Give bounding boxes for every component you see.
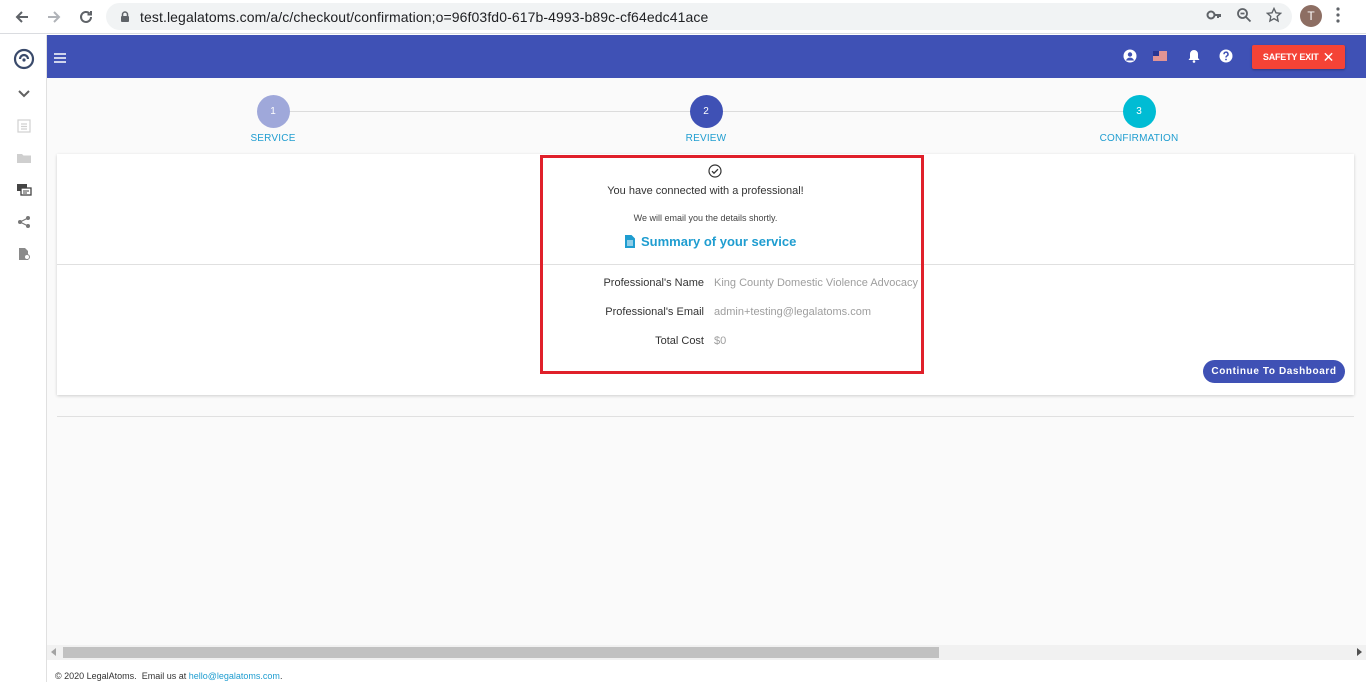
chat-icon[interactable]: [14, 180, 34, 200]
step-label: SERVICE: [250, 133, 296, 144]
folder-icon[interactable]: [14, 148, 34, 168]
browser-menu-icon[interactable]: [1336, 7, 1340, 28]
reload-button[interactable]: [70, 1, 102, 33]
bookmark-star-icon[interactable]: [1266, 7, 1282, 23]
step-review: 2 REVIEW: [646, 95, 766, 144]
divider: [57, 416, 1354, 417]
highlight-annotation: [540, 155, 924, 374]
footer-email-suffix: .: [279, 671, 283, 681]
step-confirmation: 3 CONFIRMATION: [1079, 95, 1199, 144]
left-sidebar: [0, 35, 47, 682]
forward-button[interactable]: [38, 1, 70, 33]
legalatoms-logo-icon[interactable]: [13, 48, 35, 70]
scroll-left-icon[interactable]: [51, 648, 56, 656]
list-icon[interactable]: [14, 116, 34, 136]
reload-icon: [80, 10, 92, 23]
back-button[interactable]: [6, 1, 38, 33]
share-icon[interactable]: [14, 212, 34, 232]
footer-email-link[interactable]: hello@legalatoms.com: [189, 671, 280, 681]
safety-exit-button[interactable]: SAFETY EXIT ✕: [1252, 45, 1345, 69]
step-label: CONFIRMATION: [1099, 133, 1179, 144]
document-person-icon[interactable]: [14, 244, 34, 264]
scrollbar-thumb[interactable]: [63, 647, 939, 658]
us-flag-icon[interactable]: [1152, 48, 1168, 64]
app-header: SAFETY EXIT ✕: [47, 35, 1366, 78]
step-label: REVIEW: [685, 133, 727, 144]
browser-toolbar: test.legalatoms.com/a/c/checkout/confirm…: [0, 0, 1366, 34]
close-icon: ✕: [1322, 49, 1335, 65]
main-content: 1 SERVICE 2 REVIEW 3 CONFIRMATION You ha…: [47, 78, 1366, 646]
continue-to-dashboard-button[interactable]: Continue To Dashboard: [1203, 360, 1345, 383]
step-number: 3: [1122, 95, 1156, 128]
profile-avatar[interactable]: T: [1300, 5, 1322, 27]
step-number: 1: [256, 95, 290, 128]
step-number: 2: [689, 95, 723, 128]
url-text[interactable]: test.legalatoms.com/a/c/checkout/confirm…: [140, 9, 708, 25]
hamburger-menu-icon[interactable]: [54, 50, 66, 63]
chevron-down-icon[interactable]: [14, 84, 34, 104]
horizontal-scrollbar[interactable]: [47, 645, 1366, 660]
zoom-icon[interactable]: [1236, 7, 1252, 23]
footer-copyright: © 2020 LegalAtoms.: [55, 671, 137, 681]
notifications-bell-icon[interactable]: [1186, 48, 1202, 64]
scroll-right-icon[interactable]: [1357, 648, 1362, 656]
footer-email-prefix: Email us at: [141, 671, 187, 681]
forward-arrow-icon: [48, 11, 61, 23]
address-bar[interactable]: test.legalatoms.com/a/c/checkout/confirm…: [106, 3, 1292, 30]
safety-exit-label: SAFETY EXIT: [1262, 52, 1319, 62]
help-icon[interactable]: [1218, 48, 1234, 64]
footer: © 2020 LegalAtoms. Email us at hello@leg…: [47, 660, 1366, 682]
account-icon[interactable]: [1122, 48, 1138, 64]
back-arrow-icon: [15, 11, 28, 23]
key-icon[interactable]: [1206, 7, 1222, 23]
step-service: 1 SERVICE: [213, 95, 333, 144]
lock-icon: [121, 10, 129, 22]
